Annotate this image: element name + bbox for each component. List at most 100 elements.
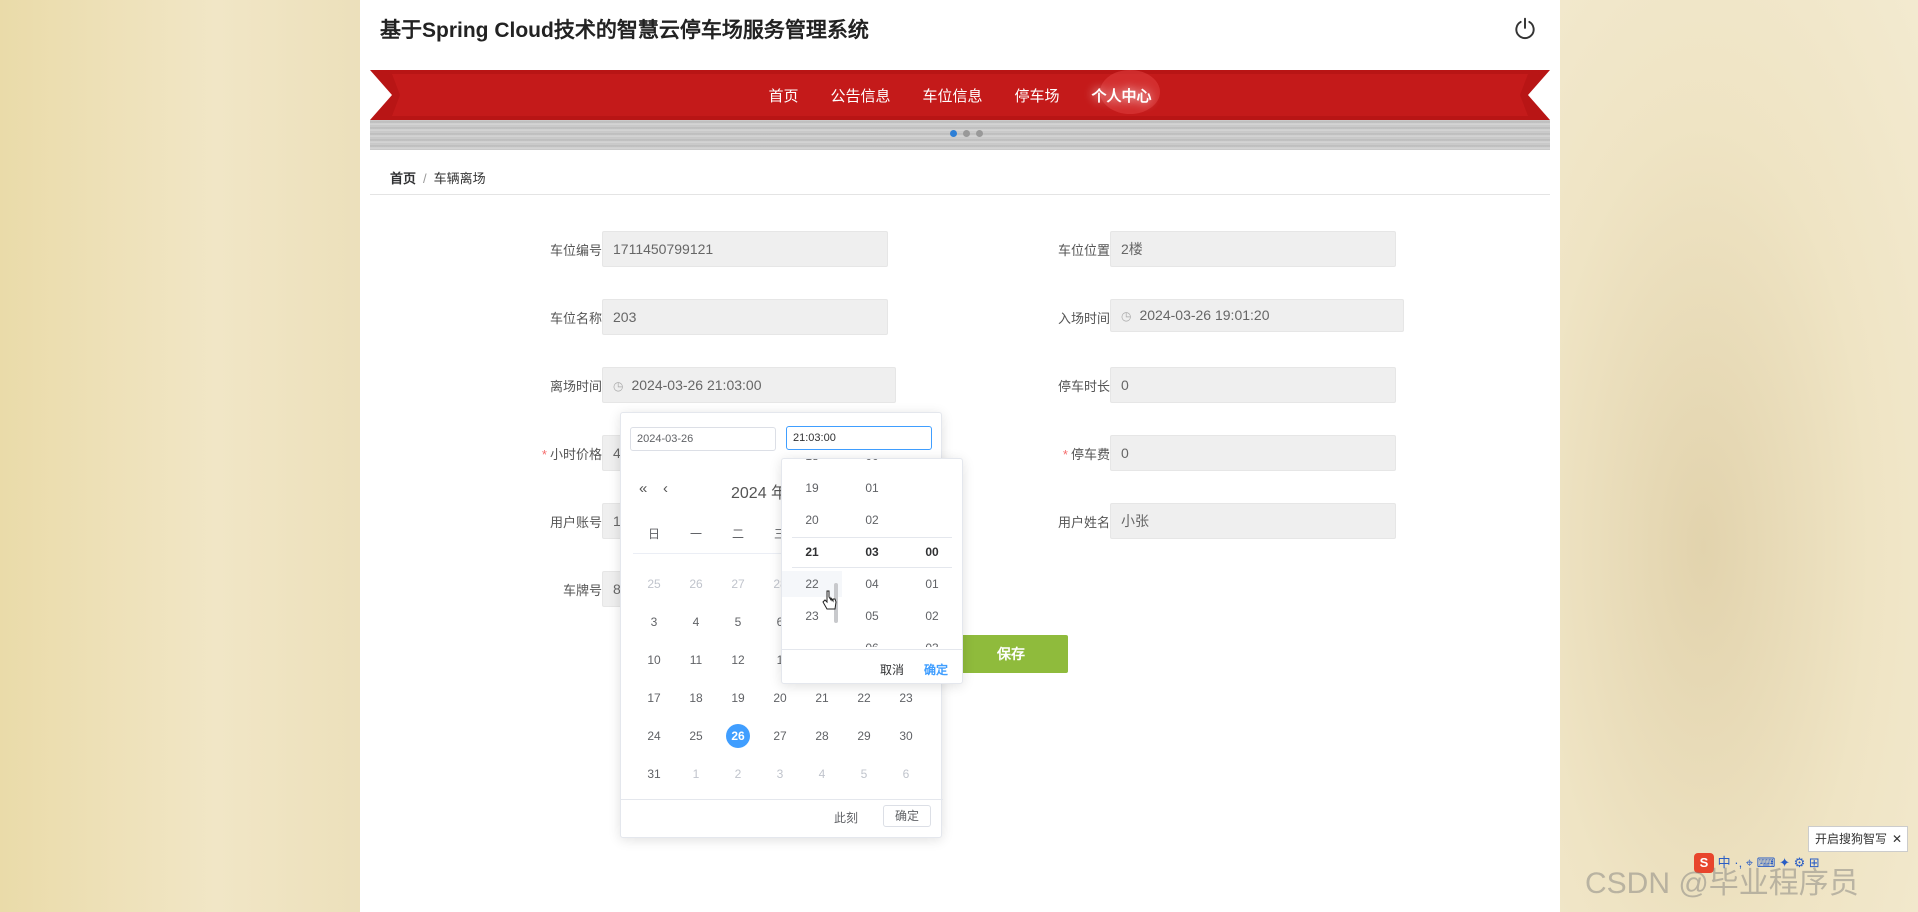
calendar-week-row: 17 18 19 20 21 22 23 [633,679,933,717]
time-selected-band-bottom [792,567,952,568]
calendar-day[interactable]: 18 [675,691,717,705]
prev-year-icon[interactable]: « [639,480,647,497]
time-option[interactable]: 21 [782,539,842,565]
weekday-label: 二 [731,527,744,541]
picker-footer-divider [621,799,943,800]
clock-icon: ◷ [1121,309,1132,323]
calendar-day[interactable]: 3 [759,767,801,781]
parking-fee-field[interactable]: 0 [1110,435,1396,471]
clock-icon: ◷ [613,379,624,393]
power-icon[interactable] [1512,16,1538,42]
save-button[interactable]: 保存 [954,635,1068,673]
calendar-day[interactable]: 24 [633,729,675,743]
close-icon[interactable]: ✕ [1892,827,1902,851]
nav-item-home[interactable]: 首页 [752,85,814,106]
time-option[interactable]: 02 [842,507,902,533]
time-panel: 181920212223 00010203040506 00010203 取消 … [781,458,963,684]
time-option[interactable]: 19 [782,475,842,501]
nav-item-parking-lot[interactable]: 停车场 [999,85,1076,106]
exit-time-value: 2024-03-26 21:03:00 [631,377,762,393]
breadcrumb-separator: / [423,171,427,186]
calendar-day[interactable]: 5 [843,767,885,781]
breadcrumb-current: 车辆离场 [433,171,486,186]
time-option[interactable]: 03 [902,635,962,647]
ime-tip: 开启搜狗智写 ✕ [1808,826,1908,852]
time-option[interactable]: 03 [842,539,902,565]
divider [370,194,1550,195]
parking-location-field[interactable]: 2楼 [1110,231,1396,267]
hourly-price-label: * 小时价格 [492,444,602,463]
user-name-label: 用户姓名 [1057,515,1110,530]
time-option[interactable]: 01 [842,475,902,501]
date-input[interactable]: 2024-03-26 [630,427,776,451]
required-mark: * [541,447,547,462]
second-column[interactable]: 00 01 02 03 [902,459,962,647]
time-option[interactable]: 04 [842,571,902,597]
time-cancel-button[interactable]: 取消 [880,661,904,678]
calendar-day[interactable]: 22 [843,691,885,705]
carousel-dot[interactable] [976,130,983,137]
calendar-day[interactable]: 27 [717,577,759,591]
calendar-day[interactable]: 12 [717,653,759,667]
nav-item-notices[interactable]: 公告信息 [814,85,906,106]
calendar-day[interactable]: 4 [675,615,717,629]
calendar-day[interactable]: 1 [675,767,717,781]
calendar-day[interactable]: 31 [633,767,675,781]
calendar-day[interactable]: 3 [633,615,675,629]
parking-location-label: 车位位置 [1057,243,1110,258]
time-option[interactable]: 02 [902,603,962,629]
calendar-day[interactable]: 20 [759,691,801,705]
time-option[interactable]: 01 [902,571,962,597]
calendar-day[interactable]: 30 [885,729,927,743]
now-button[interactable]: 此刻 [834,809,858,826]
time-option[interactable]: 00 [902,539,962,565]
duration-field[interactable]: 0 [1110,367,1396,403]
calendar-day[interactable]: 27 [759,729,801,743]
calendar-day[interactable]: 29 [843,729,885,743]
ime-tip-text: 开启搜狗智写 [1815,832,1888,846]
hour-column[interactable]: 181920212223 [782,459,842,647]
calendar-day[interactable]: 11 [675,653,717,667]
time-option[interactable]: 18 [782,459,842,469]
calendar-day[interactable]: 17 [633,691,675,705]
calendar-day[interactable]: 5 [717,615,759,629]
time-confirm-button[interactable]: 确定 [924,661,948,678]
time-option[interactable]: 00 [842,459,902,469]
user-name-field[interactable]: 小张 [1110,503,1396,539]
calendar-month-label: 2024 年 [731,485,788,502]
calendar-week-row: 31 1 2 3 4 5 6 [633,755,933,793]
calendar-day[interactable]: 2 [717,767,759,781]
carousel-dot[interactable] [963,130,970,137]
calendar-week-row: 24 25 26 27 28 29 30 [633,717,933,755]
minute-column[interactable]: 00 01 02 03 04 05 06 [842,459,902,647]
calendar-day[interactable]: 26 [717,724,759,748]
time-option[interactable]: 06 [842,635,902,647]
picker-ok-button[interactable]: 确定 [883,805,931,827]
calendar-day[interactable]: 10 [633,653,675,667]
time-option[interactable]: 20 [782,507,842,533]
calendar-day[interactable]: 4 [801,767,843,781]
calendar-day[interactable]: 26 [675,577,717,591]
calendar-day[interactable]: 23 [885,691,927,705]
calendar-day[interactable]: 6 [885,767,927,781]
nav-item-parking-spaces[interactable]: 车位信息 [906,85,998,106]
entry-time-field[interactable]: ◷ 2024-03-26 19:01:20 [1110,299,1404,332]
plate-no-label: 车牌号 [562,583,602,598]
prev-month-icon[interactable]: ‹ [663,480,668,497]
main-page: 基于Spring Cloud技术的智慧云停车场服务管理系统 首页 公告信息 车位… [360,0,1560,912]
calendar-day[interactable]: 21 [801,691,843,705]
calendar-day[interactable]: 25 [675,729,717,743]
top-bar: 基于Spring Cloud技术的智慧云停车场服务管理系统 [360,0,1560,60]
nav-item-personal-center[interactable]: 个人中心 [1076,85,1168,106]
calendar-day[interactable]: 25 [633,577,675,591]
time-input[interactable]: 21:03:00 [786,426,932,450]
calendar-day[interactable]: 19 [717,691,759,705]
carousel-dot[interactable] [950,130,957,137]
selected-day[interactable]: 26 [726,724,750,748]
parking-name-field[interactable]: 203 [602,299,888,335]
time-option[interactable]: 05 [842,603,902,629]
exit-time-field[interactable]: ◷ 2024-03-26 21:03:00 [602,367,896,403]
calendar-day[interactable]: 28 [801,729,843,743]
parking-no-field[interactable]: 1711450799121 [602,231,888,267]
breadcrumb-home[interactable]: 首页 [390,171,416,186]
